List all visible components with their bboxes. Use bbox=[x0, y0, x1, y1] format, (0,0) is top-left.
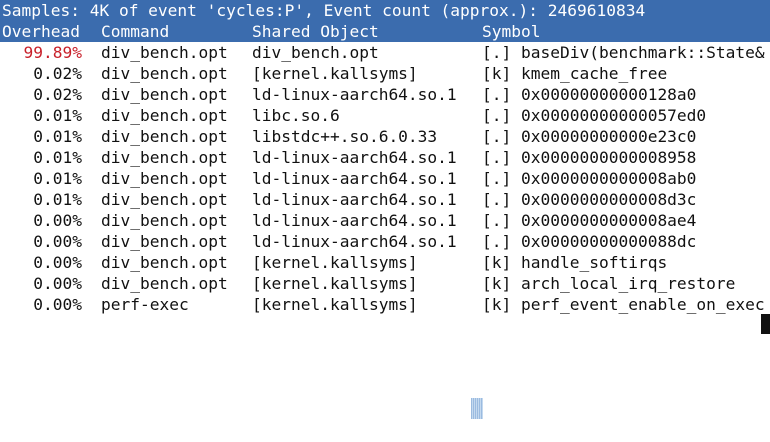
row-command: div_bench.opt bbox=[101, 190, 228, 209]
row-symbol: perf_event_enable_on_exec bbox=[521, 295, 765, 314]
row-shared-object: ld-linux-aarch64.so.1 bbox=[252, 211, 457, 230]
row-privilege-level: [k] bbox=[482, 253, 512, 272]
row-privilege-level: [.] bbox=[482, 43, 512, 62]
row-command: div_bench.opt bbox=[101, 85, 228, 104]
row-overhead: 0.01% bbox=[33, 127, 82, 146]
row-command: perf-exec bbox=[101, 295, 189, 314]
row-symbol: 0x00000000000088dc bbox=[521, 232, 697, 251]
row-overhead: 0.00% bbox=[33, 232, 82, 251]
table-row[interactable]: 0.00% div_bench.opt [kernel.kallsyms] [k] ha… bbox=[0, 252, 770, 273]
row-symbol: 0x0000000000008d3c bbox=[521, 190, 697, 209]
row-command: div_bench.opt bbox=[101, 64, 228, 83]
row-command: div_bench.opt bbox=[101, 148, 228, 167]
table-row[interactable]: 0.00% div_bench.opt ld-linux-aarch64.so.1 [… bbox=[0, 210, 770, 231]
row-symbol: 0x00000000000128a0 bbox=[521, 85, 697, 104]
row-overhead: 0.01% bbox=[33, 169, 82, 188]
row-privilege-level: [k] bbox=[482, 274, 512, 293]
row-command: div_bench.opt bbox=[101, 274, 228, 293]
row-command: div_bench.opt bbox=[101, 127, 228, 146]
table-row[interactable]: 0.01% div_bench.opt libstdc++.so.6.0.33 [.]… bbox=[0, 126, 770, 147]
row-shared-object: [kernel.kallsyms] bbox=[252, 274, 418, 293]
row-command: div_bench.opt bbox=[101, 43, 228, 62]
row-shared-object: ld-linux-aarch64.so.1 bbox=[252, 169, 457, 188]
table-row[interactable]: 99.89% div_bench.opt div_bench.opt [.] baseD… bbox=[0, 42, 770, 63]
row-overhead: 0.00% bbox=[33, 211, 82, 230]
row-shared-object: [kernel.kallsyms] bbox=[252, 253, 418, 272]
row-symbol: arch_local_irq_restore bbox=[521, 274, 736, 293]
row-command: div_bench.opt bbox=[101, 169, 228, 188]
row-privilege-level: [.] bbox=[482, 85, 512, 104]
table-row[interactable]: 0.01% div_bench.opt ld-linux-aarch64.so.1 [… bbox=[0, 147, 770, 168]
row-shared-object: ld-linux-aarch64.so.1 bbox=[252, 232, 457, 251]
table-row[interactable]: 0.02% div_bench.opt ld-linux-aarch64.so.1 [… bbox=[0, 84, 770, 105]
perf-report-terminal: Samples: 4K of event 'cycles:P', Event c… bbox=[0, 0, 770, 442]
row-overhead: 0.02% bbox=[33, 64, 82, 83]
table-row[interactable]: 0.02% div_bench.opt [kernel.kallsyms] [k] km… bbox=[0, 63, 770, 84]
row-command: div_bench.opt bbox=[101, 106, 228, 125]
samples-summary: Samples: 4K of event 'cycles:P', Event c… bbox=[2, 1, 646, 20]
column-header-symbol[interactable]: Symbol bbox=[482, 21, 540, 42]
column-header-command[interactable]: Command bbox=[101, 21, 169, 42]
row-privilege-level: [.] bbox=[482, 190, 512, 209]
row-overhead: 0.02% bbox=[33, 85, 82, 104]
row-privilege-level: [.] bbox=[482, 169, 512, 188]
row-symbol: baseDiv(benchmark::State& bbox=[521, 43, 765, 62]
table-row[interactable]: 0.00% div_bench.opt [kernel.kallsyms] [k] ar… bbox=[0, 273, 770, 294]
row-privilege-level: [k] bbox=[482, 295, 512, 314]
row-shared-object: div_bench.opt bbox=[252, 43, 379, 62]
row-symbol: 0x00000000000e23c0 bbox=[521, 127, 697, 146]
row-shared-object: libstdc++.so.6.0.33 bbox=[252, 127, 438, 146]
row-shared-object: [kernel.kallsyms] bbox=[252, 64, 418, 83]
row-overhead: 0.01% bbox=[33, 148, 82, 167]
row-privilege-level: [.] bbox=[482, 232, 512, 251]
scroll-indicator[interactable] bbox=[471, 398, 483, 419]
table-row[interactable]: 0.00% div_bench.opt ld-linux-aarch64.so.1 [… bbox=[0, 231, 770, 252]
row-symbol: handle_softirqs bbox=[521, 253, 668, 272]
row-privilege-level: [.] bbox=[482, 148, 512, 167]
row-shared-object: [kernel.kallsyms] bbox=[252, 295, 418, 314]
row-shared-object: ld-linux-aarch64.so.1 bbox=[252, 85, 457, 104]
row-overhead: 0.01% bbox=[33, 106, 82, 125]
row-overhead: 0.00% bbox=[33, 274, 82, 293]
row-privilege-level: [.] bbox=[482, 211, 512, 230]
row-shared-object: libc.so.6 bbox=[252, 106, 340, 125]
row-symbol: 0x0000000000008ab0 bbox=[521, 169, 697, 188]
row-overhead: 0.00% bbox=[33, 253, 82, 272]
column-header-shared-object[interactable]: Shared Object bbox=[252, 21, 379, 42]
row-privilege-level: [.] bbox=[482, 127, 512, 146]
column-header-bar: Overhead Command Shared Object Symbol bbox=[0, 21, 770, 42]
table-row[interactable]: 0.01% div_bench.opt libc.so.6 [.] 0x00000000… bbox=[0, 105, 770, 126]
column-header-overhead[interactable]: Overhead bbox=[2, 21, 80, 42]
table-row[interactable]: 0.01% div_bench.opt ld-linux-aarch64.so.1 [… bbox=[0, 168, 770, 189]
row-symbol: 0x00000000000057ed0 bbox=[521, 106, 707, 125]
row-command: div_bench.opt bbox=[101, 232, 228, 251]
table-row[interactable]: 0.01% div_bench.opt ld-linux-aarch64.so.1 [… bbox=[0, 189, 770, 210]
row-privilege-level: [k] bbox=[482, 64, 512, 83]
row-symbol: 0x0000000000008958 bbox=[521, 148, 697, 167]
table-row[interactable]: 0.00% perf-exec [kernel.kallsyms] [k] perf_e… bbox=[0, 294, 770, 315]
row-symbol: kmem_cache_free bbox=[521, 64, 668, 83]
text-cursor bbox=[761, 314, 770, 334]
row-shared-object: ld-linux-aarch64.so.1 bbox=[252, 190, 457, 209]
samples-title-bar: Samples: 4K of event 'cycles:P', Event c… bbox=[0, 0, 770, 21]
row-command: div_bench.opt bbox=[101, 211, 228, 230]
row-overhead: 0.00% bbox=[33, 295, 82, 314]
row-symbol: 0x0000000000008ae4 bbox=[521, 211, 697, 230]
row-command: div_bench.opt bbox=[101, 253, 228, 272]
row-overhead: 99.89% bbox=[23, 43, 82, 62]
row-overhead: 0.01% bbox=[33, 190, 82, 209]
row-shared-object: ld-linux-aarch64.so.1 bbox=[252, 148, 457, 167]
row-privilege-level: [.] bbox=[482, 106, 512, 125]
